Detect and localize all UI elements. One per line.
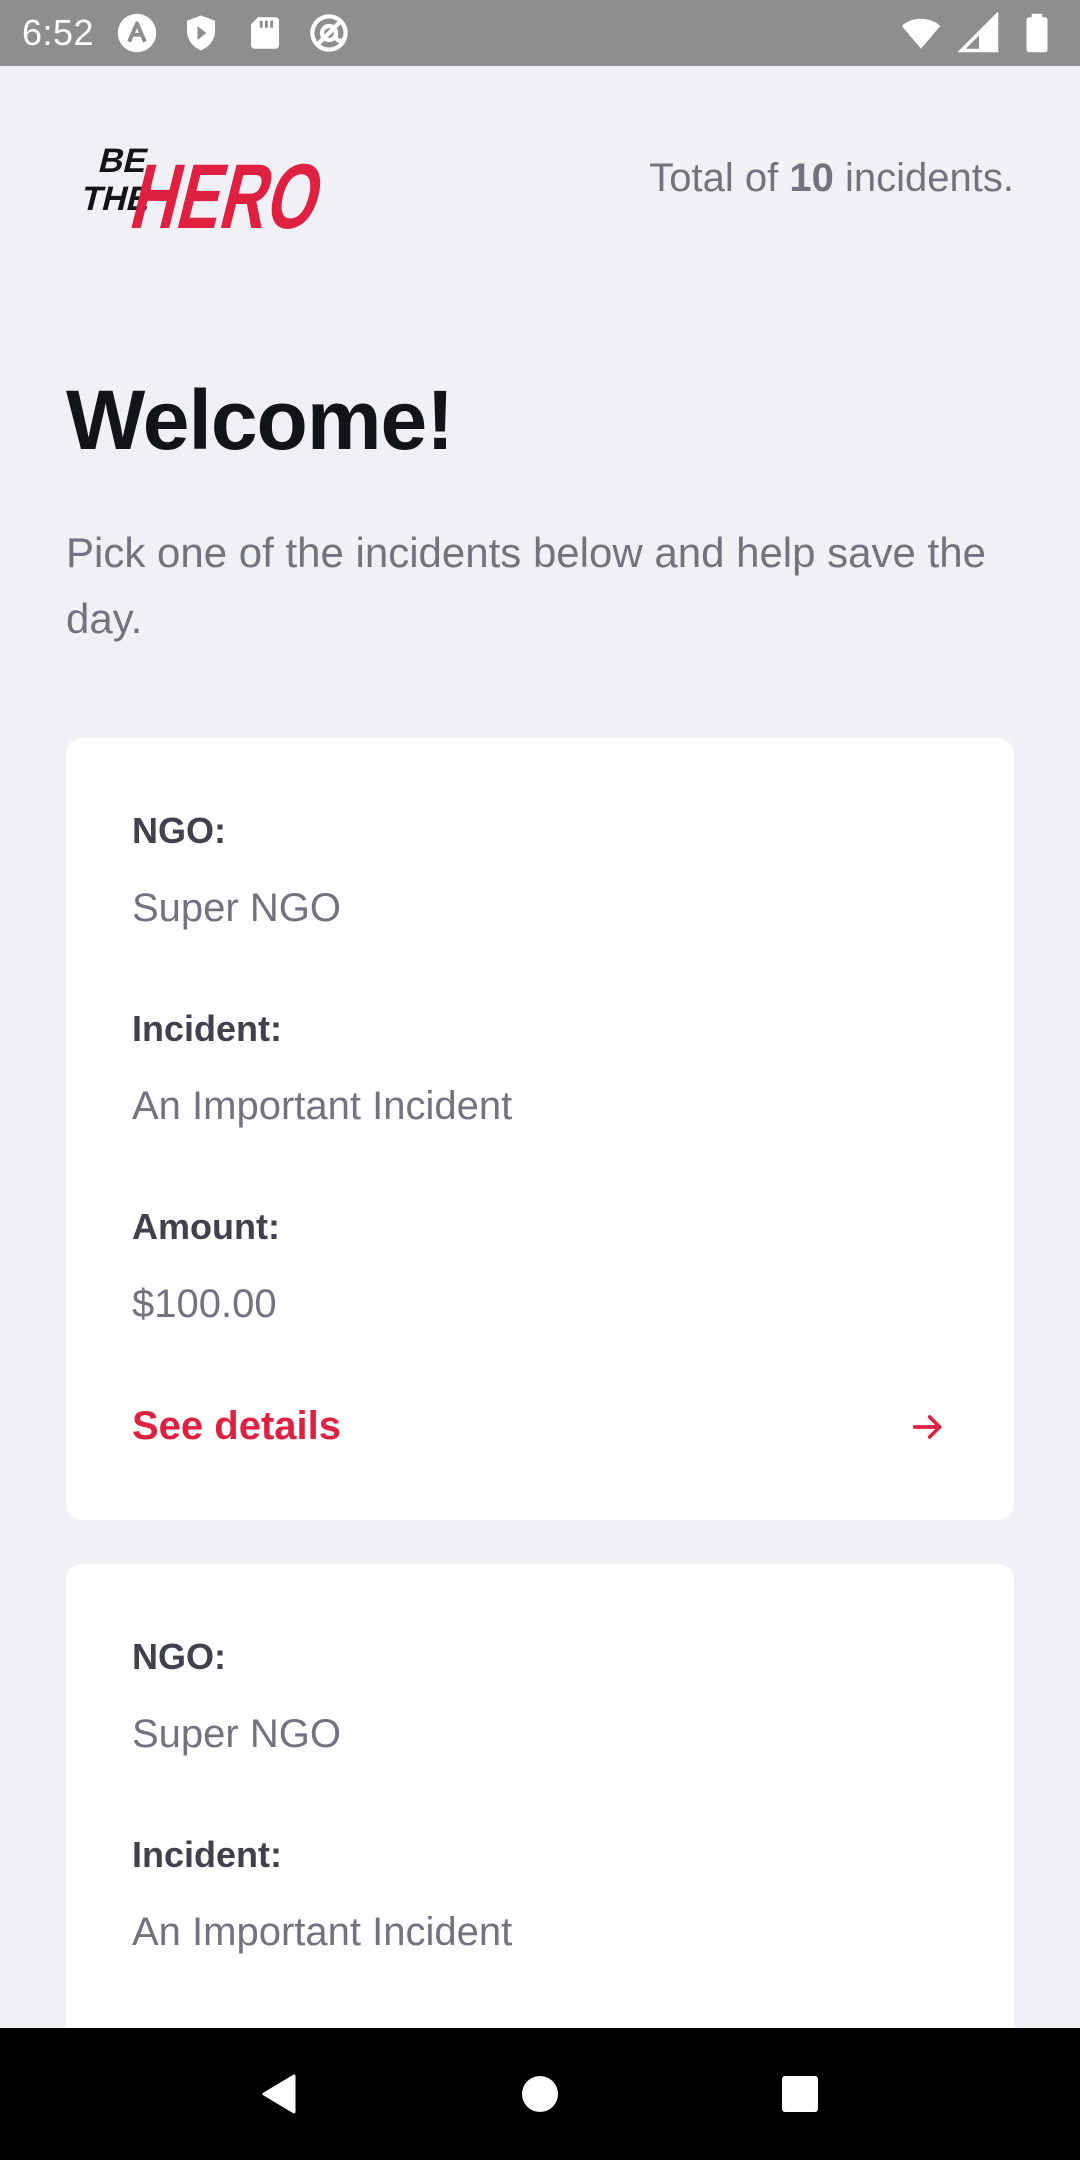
incident-value: An Important Incident [132, 1084, 513, 1128]
incident-value-field: An Important Incident [132, 1910, 512, 1955]
amount-value: $100.00 [132, 1282, 277, 1326]
total-prefix: Total of [649, 155, 779, 200]
status-time: 6:52 [22, 12, 95, 53]
amount-label: Amount: [132, 1206, 280, 1247]
at-sign-icon [310, 14, 348, 52]
ngo-value-field: Super NGO [132, 1712, 341, 1757]
system-nav-bar [0, 2028, 1080, 2160]
header: BE THE HERO Total of 10 incidents. [66, 118, 1014, 238]
incident-field: Incident: [132, 1834, 282, 1876]
incident-value-field: An Important Incident [132, 1084, 512, 1129]
home-button[interactable] [510, 2064, 570, 2124]
page-subtitle: Pick one of the incidents below and help… [66, 529, 986, 642]
status-bar: 6:52 [0, 0, 1080, 66]
recents-icon [782, 2076, 818, 2112]
incident-card: NGO: Super NGO Incident: An Important In… [66, 738, 1014, 1520]
incident-label: Incident: [132, 1834, 282, 1875]
see-details-label: See details [132, 1404, 342, 1448]
back-icon [262, 2074, 296, 2114]
home-icon [522, 2076, 558, 2112]
total-count: 10 [789, 155, 834, 200]
svg-text:HERO: HERO [122, 144, 328, 236]
sd-card-icon [251, 17, 280, 49]
arrow-right-icon [912, 1414, 942, 1439]
status-right [900, 12, 1058, 54]
battery-icon [1026, 13, 1048, 53]
see-details-button[interactable]: See details [132, 1404, 948, 1449]
recents-button[interactable] [770, 2064, 830, 2124]
incident-label: Incident: [132, 1008, 282, 1049]
shield-icon [187, 15, 216, 51]
ngo-field: NGO: [132, 810, 226, 852]
ngo-field: NGO: [132, 1636, 226, 1678]
total-suffix: incidents. [845, 155, 1014, 200]
incident-total: Total of 10 incidents. [649, 156, 1014, 201]
page-title: Welcome! [66, 373, 454, 467]
amount-value-field: $100.00 [132, 1282, 277, 1327]
ngo-label: NGO: [132, 810, 226, 851]
autofill-icon [117, 13, 157, 53]
be-the-hero-logo: BE THE HERO [78, 142, 328, 236]
wifi-icon [901, 18, 941, 49]
back-button[interactable] [250, 2064, 310, 2124]
incident-value: An Important Incident [132, 1910, 513, 1954]
amount-field: Amount: [132, 1206, 280, 1248]
signal-icon [958, 12, 999, 53]
ngo-label: NGO: [132, 1636, 226, 1677]
ngo-value-field: Super NGO [132, 886, 341, 931]
incident-field: Incident: [132, 1008, 282, 1050]
status-left: 6:52 [22, 12, 350, 54]
ngo-value: Super NGO [132, 1712, 341, 1756]
ngo-value: Super NGO [132, 886, 341, 930]
